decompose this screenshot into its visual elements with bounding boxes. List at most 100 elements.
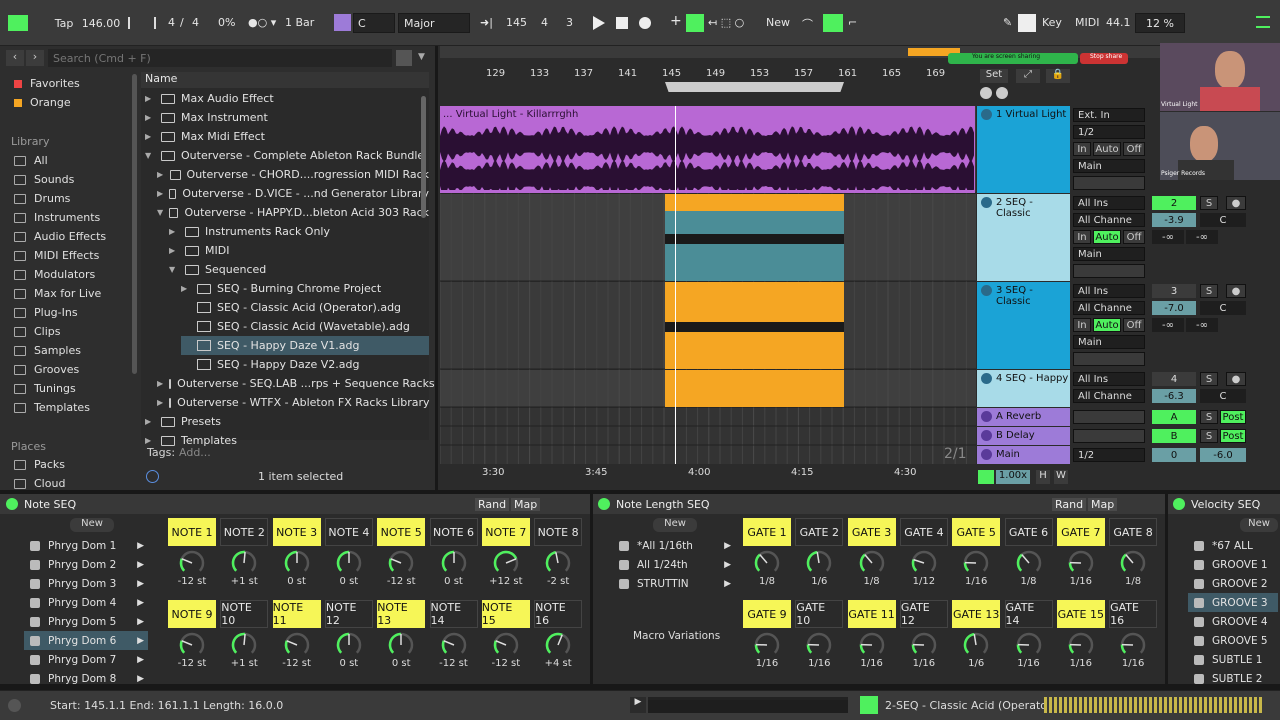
library-item-tunings[interactable]: Tunings: [14, 382, 76, 395]
file-item[interactable]: ▼ Outerverse - HAPPY.D...bleton Acid 303 …: [157, 203, 429, 222]
file-item[interactable]: ▶ Outerverse - D.VICE - ...nd Generator L…: [157, 184, 429, 203]
play-preset-icon[interactable]: ▶: [724, 579, 731, 589]
play-preset-icon[interactable]: ▶: [137, 560, 144, 570]
step-knob-cell[interactable]: GATE 6 1/8: [1004, 518, 1053, 598]
output-select[interactable]: Main: [1073, 335, 1145, 349]
record-icon[interactable]: [639, 17, 651, 29]
monitor-in-button[interactable]: In: [1073, 142, 1091, 156]
play-preset-icon[interactable]: ▶: [137, 598, 144, 608]
zoom-factor[interactable]: 1.00x: [996, 470, 1030, 484]
chevron-right-icon[interactable]: ▶: [157, 398, 163, 407]
lock-icon[interactable]: 🔒: [1046, 69, 1070, 83]
play-preset-icon[interactable]: ▶: [724, 560, 731, 570]
file-item[interactable]: ▶ Outerverse - CHORD....rogression MIDI R…: [157, 165, 429, 184]
position-sixteenth[interactable]: 3: [566, 16, 573, 29]
send-a-field[interactable]: -∞: [1152, 230, 1184, 244]
fold-icon[interactable]: [981, 109, 992, 120]
library-item-instruments[interactable]: Instruments: [14, 211, 100, 224]
gate-map-button[interactable]: Map: [1088, 497, 1118, 511]
search-input[interactable]: [48, 49, 392, 67]
status-icon[interactable]: [8, 699, 21, 712]
step-knob-cell[interactable]: NOTE 14 -12 st: [429, 600, 478, 680]
rotary-knob[interactable]: [754, 632, 780, 658]
step-knob-cell[interactable]: GATE 10 1/16: [795, 600, 844, 680]
step-knob-cell[interactable]: NOTE 13 0 st: [377, 600, 426, 680]
file-item[interactable]: ▶ Max Audio Effect: [145, 89, 429, 108]
preset-item[interactable]: Phryg Dom 6 ▶: [24, 631, 148, 650]
preset-save-icon[interactable]: [30, 616, 40, 627]
favorites-item[interactable]: Favorites: [14, 77, 80, 90]
step-knob-cell[interactable]: GATE 14 1/16: [1004, 600, 1053, 680]
track-activator[interactable]: 2: [1152, 196, 1196, 210]
step-knob-cell[interactable]: GATE 11 1/16: [847, 600, 896, 680]
step-knob-cell[interactable]: NOTE 12 0 st: [324, 600, 373, 680]
library-item-max-for-live[interactable]: Max for Live: [14, 287, 101, 300]
volume-field[interactable]: -3.9: [1152, 213, 1196, 227]
filter-icon[interactable]: [396, 50, 412, 66]
step-knob-cell[interactable]: GATE 7 1/16: [1056, 518, 1105, 598]
back-to-arrange-icon[interactable]: ↤ ⬚ ○: [708, 16, 744, 29]
tap-button[interactable]: Tap: [50, 13, 78, 33]
file-item[interactable]: SEQ - Happy Daze V1.adg: [181, 336, 429, 355]
return-solo-button[interactable]: S: [1200, 410, 1218, 424]
rotary-knob[interactable]: [284, 632, 310, 658]
rotary-knob[interactable]: [231, 632, 257, 658]
monitor-auto-button[interactable]: Auto: [1093, 318, 1121, 332]
new-preset-button[interactable]: New: [70, 518, 114, 532]
chevron-right-icon[interactable]: ▶: [145, 132, 155, 141]
stop-icon[interactable]: [616, 17, 628, 29]
main-volume[interactable]: 0: [1152, 448, 1196, 462]
rotary-knob[interactable]: [1120, 550, 1146, 576]
h-button[interactable]: H: [1036, 470, 1050, 484]
rotary-knob[interactable]: [859, 632, 885, 658]
rotary-knob[interactable]: [441, 632, 467, 658]
input-type-select[interactable]: All Ins: [1073, 372, 1145, 386]
step-knob-cell[interactable]: GATE 3 1/8: [847, 518, 896, 598]
preset-item[interactable]: *67 ALL: [1188, 536, 1278, 555]
preset-item[interactable]: STRUTTIN ▶: [613, 574, 735, 593]
track-activator[interactable]: 3: [1152, 284, 1196, 298]
scale-mode-icon[interactable]: [334, 14, 351, 31]
return-activator[interactable]: B: [1152, 429, 1196, 443]
preset-item[interactable]: GROOVE 4: [1188, 612, 1278, 631]
automation-arm-icon[interactable]: [686, 14, 704, 32]
library-item-templates[interactable]: Templates: [14, 401, 90, 414]
scroll-left-icon[interactable]: [980, 87, 992, 99]
output-sub-select[interactable]: [1073, 176, 1145, 190]
preset-item[interactable]: *All 1/16th ▶: [613, 536, 735, 555]
stop-share-button[interactable]: Stop share: [1080, 53, 1128, 64]
rotary-knob[interactable]: [1016, 632, 1042, 658]
rand-button[interactable]: Rand: [475, 497, 510, 511]
step-knob-cell[interactable]: GATE 1 1/8: [743, 518, 791, 598]
info-icon[interactable]: [146, 470, 159, 483]
return-solo-button[interactable]: S: [1200, 429, 1218, 443]
file-item[interactable]: SEQ - Classic Acid (Wavetable).adg: [181, 317, 429, 336]
sig-den[interactable]: 4: [192, 16, 199, 29]
scroll-right-icon[interactable]: [996, 87, 1008, 99]
quantize-select[interactable]: 1 Bar: [285, 16, 314, 29]
chevron-right-icon[interactable]: ▶: [157, 379, 163, 388]
midi-clip-4[interactable]: [665, 370, 844, 407]
bar-ruler[interactable]: 129 133 137 141 145 149 153 157 161 165 169: [440, 64, 975, 82]
rotary-knob[interactable]: [806, 550, 832, 576]
forward-icon[interactable]: ›: [26, 50, 44, 66]
library-item-sounds[interactable]: Sounds: [14, 173, 74, 186]
step-knob-cell[interactable]: NOTE 8 -2 st: [534, 518, 583, 598]
rotary-knob[interactable]: [545, 632, 571, 658]
volume-field[interactable]: -6.3: [1152, 389, 1196, 403]
step-knob-cell[interactable]: NOTE 7 +12 st: [481, 518, 530, 598]
track-header-1[interactable]: 1 Virtual Light: [977, 106, 1070, 193]
return-fold-icon[interactable]: [981, 430, 992, 441]
chevron-right-icon[interactable]: ▶: [145, 417, 155, 426]
return-header[interactable]: B Delay: [977, 427, 1070, 445]
add-icon[interactable]: +: [670, 13, 682, 29]
w-button[interactable]: W: [1054, 470, 1068, 484]
file-item[interactable]: ▶ Max Instrument: [145, 108, 429, 127]
input-channel-select[interactable]: All Channe: [1073, 213, 1145, 227]
zoom-icon[interactable]: [978, 470, 994, 484]
chevron-right-icon[interactable]: ▶: [145, 113, 155, 122]
rotary-knob[interactable]: [1068, 550, 1094, 576]
return-input[interactable]: [1073, 429, 1145, 443]
chevron-down-icon[interactable]: ▼: [157, 208, 163, 217]
step-knob-cell[interactable]: GATE 16 1/16: [1109, 600, 1158, 680]
